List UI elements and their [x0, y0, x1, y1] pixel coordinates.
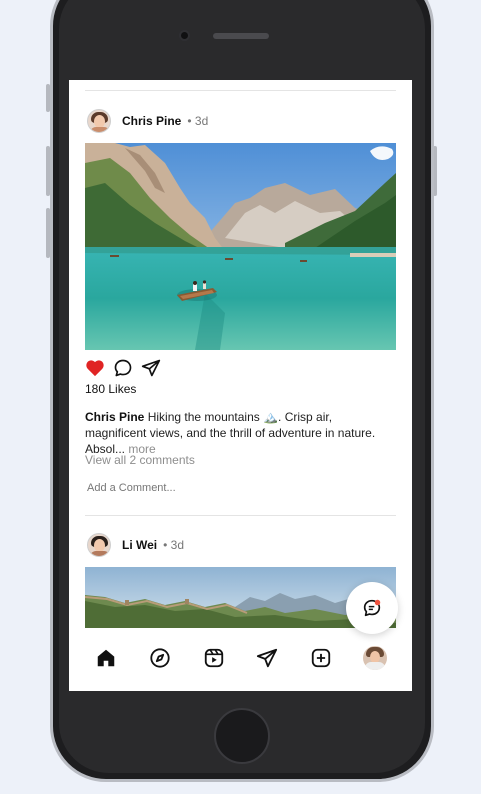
nav-explore[interactable]	[145, 643, 175, 673]
nav-reels[interactable]	[199, 643, 229, 673]
compass-icon	[150, 648, 170, 668]
post-header: Li Wei • 3d	[87, 531, 184, 559]
post-header: Chris Pine • 3d	[87, 107, 208, 135]
profile-avatar	[363, 646, 388, 670]
nav-profile[interactable]	[360, 643, 390, 673]
like-count: 180 Likes	[85, 382, 137, 396]
post-divider	[85, 515, 396, 516]
home-button[interactable]	[214, 708, 270, 764]
post-username[interactable]: Chris Pine	[122, 114, 181, 128]
earpiece-speaker	[213, 33, 269, 39]
front-camera	[181, 32, 188, 39]
add-comment-input[interactable]: Add a Comment...	[87, 482, 176, 494]
nav-home[interactable]	[91, 643, 121, 673]
nav-messages[interactable]	[252, 643, 282, 673]
comment-bubble-icon[interactable]	[113, 358, 133, 378]
view-comments-link[interactable]: View all 2 comments	[85, 453, 195, 467]
nav-create[interactable]	[306, 643, 336, 673]
plus-square-icon	[312, 648, 331, 668]
notification-dot	[374, 599, 381, 606]
post-image[interactable]	[85, 143, 396, 350]
avatar[interactable]	[87, 533, 111, 557]
heart-icon[interactable]	[85, 359, 105, 377]
reels-icon	[204, 648, 223, 668]
post-actions	[85, 358, 161, 378]
top-divider	[85, 90, 396, 91]
post-username[interactable]: Li Wei	[122, 538, 157, 552]
post-time: • 3d	[187, 114, 209, 128]
home-icon	[97, 649, 115, 667]
send-icon	[257, 648, 278, 668]
bottom-navigation	[69, 628, 412, 688]
send-icon[interactable]	[141, 358, 161, 378]
post-time: • 3d	[163, 538, 185, 552]
avatar[interactable]	[87, 109, 111, 133]
caption-username[interactable]: Chris Pine	[85, 410, 144, 424]
post-caption: Chris Pine Hiking the mountains 🏔️. Cris…	[85, 409, 396, 457]
chat-bubble-icon	[363, 599, 381, 617]
chat-fab-button[interactable]	[346, 582, 398, 634]
